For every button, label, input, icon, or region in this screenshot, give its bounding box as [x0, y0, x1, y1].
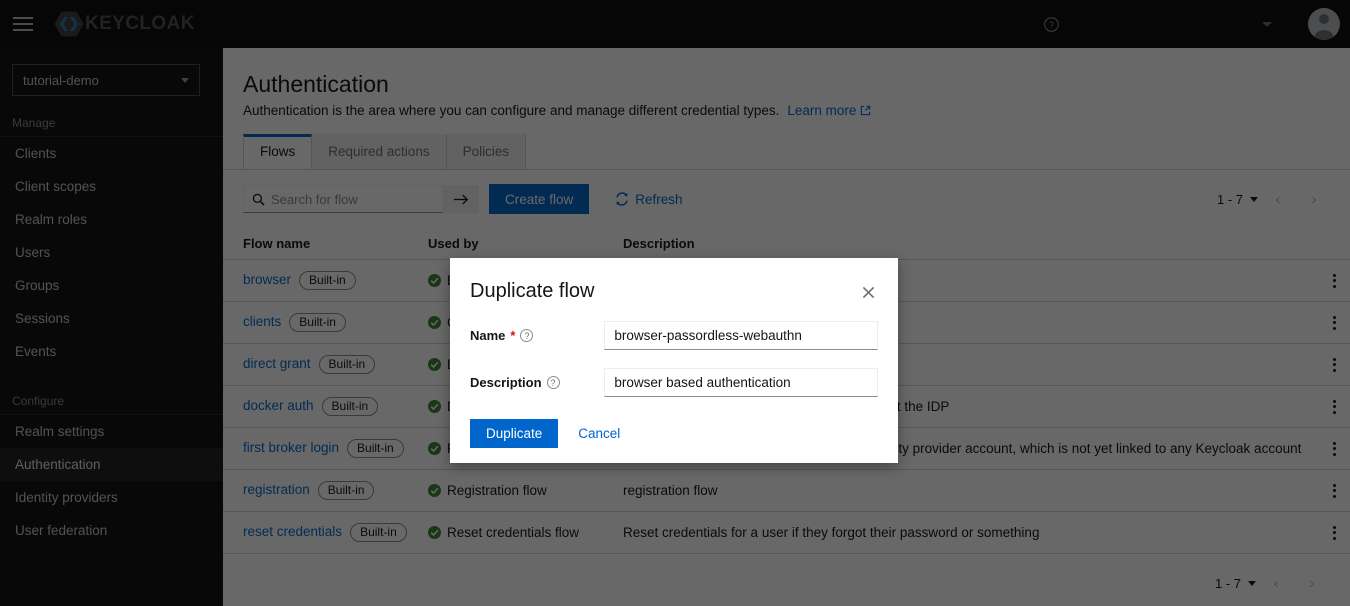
- help-circle-icon[interactable]: ?: [520, 329, 534, 342]
- close-icon[interactable]: [858, 282, 878, 302]
- description-field[interactable]: [604, 368, 878, 397]
- keycloak-admin-console: KEYCLOAK ? tutorial-demo Manage Clients …: [0, 0, 1350, 606]
- modal-actions: Duplicate Cancel: [470, 419, 878, 448]
- required-marker: *: [510, 328, 516, 343]
- description-label: Description: [470, 375, 542, 390]
- description-label-group: Description ?: [470, 375, 604, 390]
- name-label: Name: [470, 328, 506, 343]
- name-label-group: Name * ?: [470, 328, 604, 343]
- help-circle-icon[interactable]: ?: [546, 376, 560, 389]
- duplicate-button[interactable]: Duplicate: [470, 419, 559, 448]
- modal-title: Duplicate flow: [470, 280, 595, 302]
- name-field[interactable]: [604, 321, 878, 350]
- cancel-button[interactable]: Cancel: [566, 419, 632, 448]
- description-form-row: Description ?: [470, 368, 878, 397]
- name-form-row: Name * ?: [470, 321, 878, 350]
- duplicate-flow-modal: Duplicate flow Name * ? Description ? Du…: [450, 258, 898, 463]
